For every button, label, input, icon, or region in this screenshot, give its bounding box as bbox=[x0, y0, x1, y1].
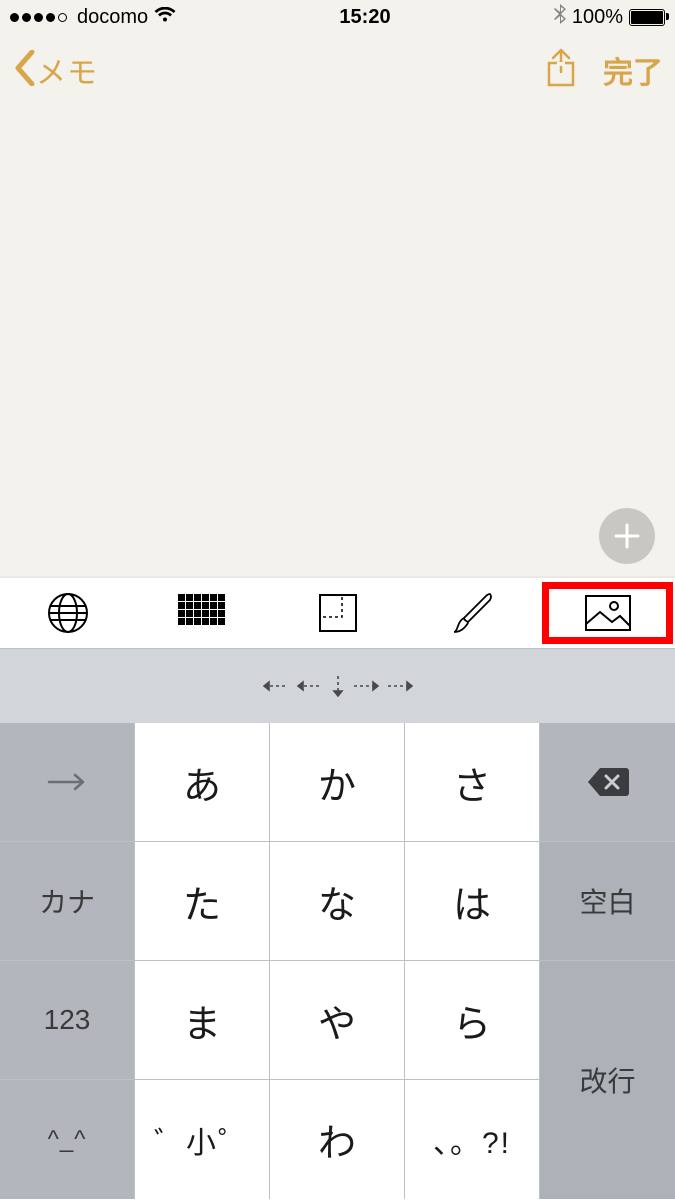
wifi-icon bbox=[154, 6, 176, 29]
chevron-left-icon bbox=[12, 50, 36, 91]
key-ta[interactable]: た bbox=[135, 842, 270, 961]
status-time: 15:20 bbox=[339, 6, 390, 29]
note-content-area[interactable] bbox=[0, 106, 675, 578]
key-dakuten[interactable]: ゛小゜ bbox=[135, 1080, 270, 1199]
delete-icon bbox=[586, 766, 630, 798]
key-sa[interactable]: さ bbox=[405, 723, 540, 842]
key-kana[interactable]: カナ bbox=[0, 842, 135, 961]
share-button[interactable] bbox=[545, 48, 577, 93]
add-button[interactable] bbox=[599, 508, 655, 564]
grid-icon bbox=[178, 594, 228, 632]
highlight-frame bbox=[542, 582, 673, 644]
signal-dots bbox=[10, 13, 67, 22]
arrow-right-icon bbox=[47, 772, 87, 792]
key-space[interactable]: 空白 bbox=[540, 842, 675, 961]
keyboard-cursor-row[interactable] bbox=[0, 648, 675, 723]
key-na[interactable]: な bbox=[270, 842, 405, 961]
globe-icon bbox=[46, 591, 90, 635]
ime-toolbar bbox=[0, 578, 675, 648]
back-button[interactable]: メモ bbox=[12, 48, 98, 92]
share-icon bbox=[545, 48, 577, 88]
nav-bar: メモ 完了 bbox=[0, 34, 675, 106]
battery-icon bbox=[629, 9, 665, 26]
key-ha[interactable]: は bbox=[405, 842, 540, 961]
key-delete[interactable] bbox=[540, 723, 675, 842]
carrier-label: docomo bbox=[77, 6, 148, 29]
key-return[interactable]: 改行 bbox=[540, 961, 675, 1199]
toolbar-picture[interactable] bbox=[540, 578, 675, 648]
cursor-move-handle[interactable] bbox=[258, 672, 418, 700]
key-ma[interactable]: ま bbox=[135, 961, 270, 1080]
keyboard: あ か さ カナ た な は 空白 123 ま や ら 改行 ^_^ ゛小゜ わ… bbox=[0, 723, 675, 1199]
key-ra[interactable]: ら bbox=[405, 961, 540, 1080]
fold-icon bbox=[316, 591, 360, 635]
toolbar-globe[interactable] bbox=[0, 578, 135, 648]
plus-icon bbox=[612, 521, 642, 551]
key-punct[interactable]: 、。?! bbox=[405, 1080, 540, 1199]
battery-pct: 100% bbox=[572, 6, 623, 29]
status-bar: docomo 15:20 100% bbox=[0, 0, 675, 34]
toolbar-fold[interactable] bbox=[270, 578, 405, 648]
key-emoji[interactable]: ^_^ bbox=[0, 1080, 135, 1199]
cursor-arrows-icon bbox=[258, 672, 418, 700]
key-a[interactable]: あ bbox=[135, 723, 270, 842]
key-wa[interactable]: わ bbox=[270, 1080, 405, 1199]
bluetooth-icon bbox=[554, 4, 566, 30]
key-123[interactable]: 123 bbox=[0, 961, 135, 1080]
key-ya[interactable]: や bbox=[270, 961, 405, 1080]
key-next-candidate[interactable] bbox=[0, 723, 135, 842]
back-label: メモ bbox=[36, 48, 98, 92]
brush-icon bbox=[450, 590, 496, 636]
toolbar-brush[interactable] bbox=[405, 578, 540, 648]
toolbar-grid[interactable] bbox=[135, 578, 270, 648]
done-button[interactable]: 完了 bbox=[603, 48, 663, 92]
key-ka[interactable]: か bbox=[270, 723, 405, 842]
